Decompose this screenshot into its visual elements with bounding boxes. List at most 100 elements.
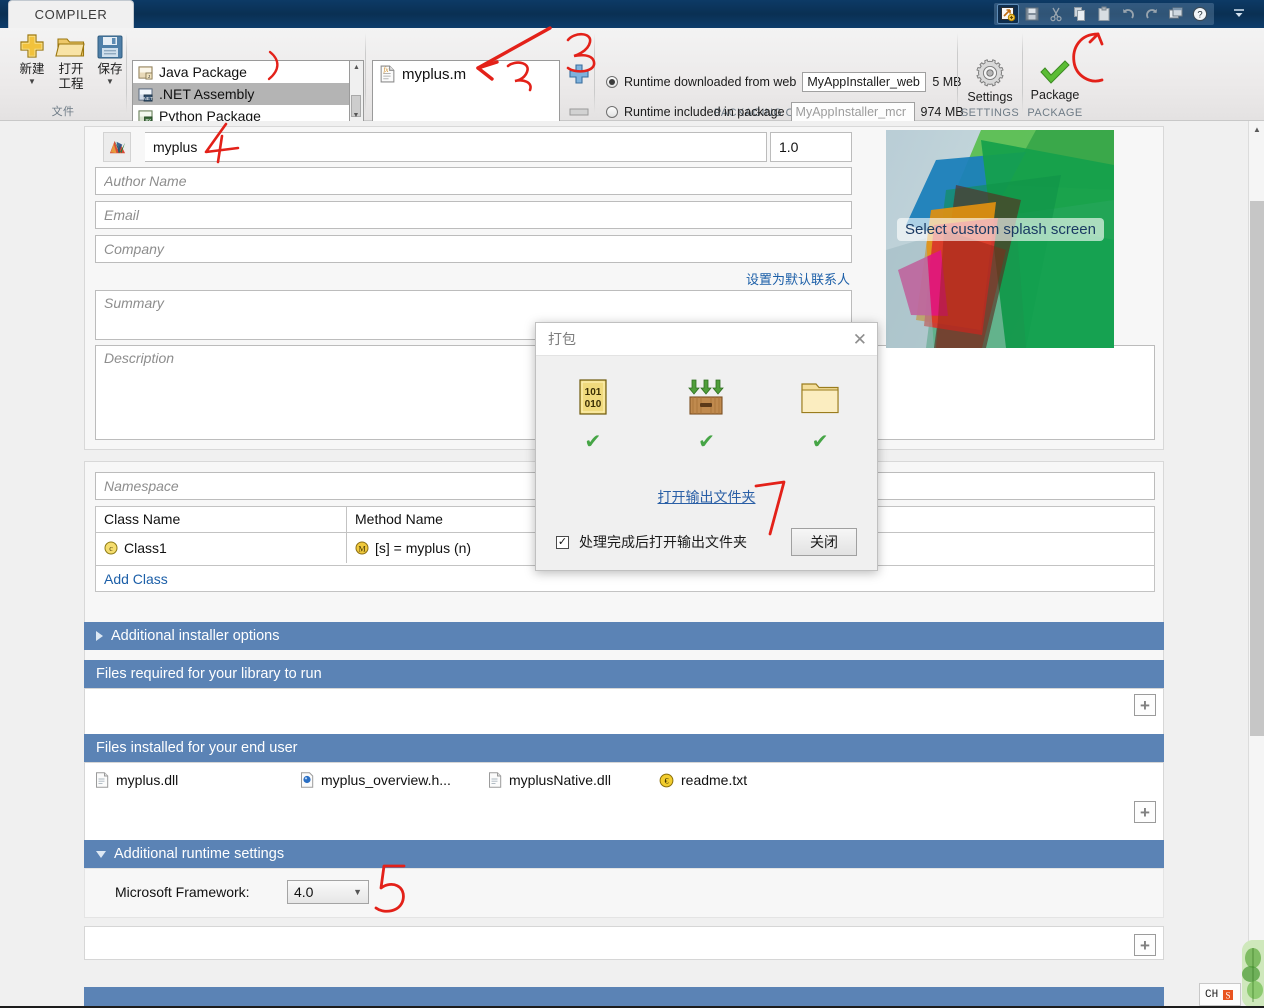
- save-icon[interactable]: [1021, 4, 1043, 24]
- runtime-downloaded-from-web-label: Runtime downloaded from web: [624, 75, 797, 89]
- runtime-included-in-package-label: Runtime included in package: [624, 105, 785, 119]
- type-list-scroll-down-icon[interactable]: ▼: [351, 109, 361, 121]
- exported-function-label: myplus.m: [402, 65, 467, 83]
- html-file-icon: [301, 772, 314, 788]
- main-vertical-scrollbar[interactable]: ▲ ▼: [1248, 121, 1264, 1008]
- exported-function-myplus[interactable]: fx myplus.m: [373, 61, 559, 83]
- splash-screen-preview[interactable]: Select custom splash screen: [886, 130, 1114, 348]
- new-button-caret[interactable]: ▼: [28, 77, 36, 87]
- ime-mode-icon: S: [1223, 989, 1234, 1000]
- green-check-icon: ✔: [698, 431, 715, 453]
- set-default-contact-link[interactable]: 设置为默认联系人: [746, 269, 850, 288]
- email-input[interactable]: [95, 201, 852, 229]
- save-button-caret[interactable]: ▼: [106, 77, 114, 87]
- table-cell-class-name[interactable]: c Class1: [96, 533, 347, 563]
- settings-button-label: Settings: [967, 90, 1013, 104]
- section-files-installed[interactable]: Files installed for your end user: [84, 734, 1164, 762]
- runtime-downloaded-from-web-row[interactable]: Runtime downloaded from web MyAppInstall…: [606, 72, 962, 92]
- collapse-ribbon-icon[interactable]: [1228, 4, 1250, 24]
- column-header-class-name: Class Name: [96, 507, 347, 532]
- ribbon-group-file: 新建 ▼ 打开 工程 保存 ▼ 文件: [0, 28, 126, 121]
- files-installed-list[interactable]: myplus.dll myplus_overview.h... myplusNa…: [84, 762, 1164, 841]
- settings-button[interactable]: Settings: [958, 58, 1022, 118]
- version-input[interactable]: [770, 132, 852, 162]
- app-name-input[interactable]: [145, 132, 767, 162]
- runtime-extra-files-list[interactable]: [84, 926, 1164, 960]
- close-icon[interactable]: ✕: [853, 331, 867, 348]
- file-item-readme-txt[interactable]: € readme.txt: [659, 772, 747, 788]
- add-installed-file-button[interactable]: +: [1134, 801, 1156, 823]
- package-type-list[interactable]: J Java Package NET .NET Assembly PY Pyth…: [132, 60, 350, 122]
- app-thumbnail-icon[interactable]: [103, 132, 131, 162]
- section-files-installed-label: Files installed for your end user: [96, 740, 298, 756]
- section-additional-installer-options[interactable]: Additional installer options: [84, 622, 1164, 650]
- microsoft-framework-label: Microsoft Framework:: [115, 884, 250, 900]
- exported-functions-list[interactable]: fx myplus.m: [372, 60, 560, 126]
- company-input[interactable]: [95, 235, 852, 263]
- ime-indicator[interactable]: CH S: [1199, 983, 1241, 1006]
- dialog-title: 打包: [548, 331, 576, 347]
- package-button[interactable]: Package: [1023, 58, 1087, 118]
- section-files-required[interactable]: Files required for your library to run: [84, 660, 1164, 688]
- undo-icon: [1117, 4, 1139, 24]
- close-button[interactable]: 关闭: [791, 528, 857, 556]
- scroll-thumb[interactable]: [1250, 201, 1264, 736]
- paste-icon: [1093, 4, 1115, 24]
- section-additional-installer-options-label: Additional installer options: [111, 628, 280, 644]
- section-files-required-label: Files required for your library to run: [96, 666, 322, 682]
- type-list-scroll-up-icon[interactable]: ▲: [350, 61, 363, 73]
- section-additional-runtime-settings[interactable]: Additional runtime settings: [84, 840, 1164, 868]
- scroll-up-icon[interactable]: ▲: [1249, 121, 1264, 137]
- type-list-scrollbar[interactable]: ▲ ▼: [350, 60, 364, 122]
- add-runtime-file-button[interactable]: +: [1134, 934, 1156, 956]
- open-output-folder-link[interactable]: 打开输出文件夹: [536, 487, 877, 507]
- package-step: ✔: [661, 378, 751, 452]
- type-python-package[interactable]: PY Python Package: [133, 105, 349, 122]
- type-net-assembly[interactable]: NET .NET Assembly: [133, 83, 349, 105]
- net-assembly-icon: NET: [138, 87, 153, 102]
- matlab-compiler-window: COMPILER ? 新建 ▼ 打开 工程 保存 ▼ 文件 J Java Pac…: [0, 0, 1264, 1008]
- installer-name-web-input[interactable]: MyAppInstaller_web: [802, 72, 927, 92]
- type-python-package-label: Python Package: [159, 108, 261, 122]
- svg-text:010: 010: [584, 399, 601, 410]
- table-cell-method-name[interactable]: M [s] = myplus (n): [347, 540, 471, 556]
- file-label-readme-txt: readme.txt: [681, 772, 748, 788]
- file-item-myplus-overview[interactable]: myplus_overview.h...: [300, 772, 488, 788]
- floating-green-widget[interactable]: [1242, 940, 1264, 1008]
- runtime-included-in-package-row[interactable]: Runtime included in package MyAppInstall…: [606, 102, 964, 122]
- add-required-file-button[interactable]: +: [1134, 694, 1156, 716]
- runtime-downloaded-from-web-radio[interactable]: [606, 76, 618, 88]
- method-icon: M: [355, 541, 369, 555]
- section-additional-runtime-settings-label: Additional runtime settings: [114, 846, 285, 862]
- open-output-folder-checkbox-label[interactable]: 处理完成后打开输出文件夹: [579, 532, 747, 552]
- new-project-icon[interactable]: [997, 4, 1019, 24]
- add-class-link[interactable]: Add Class: [104, 571, 168, 587]
- m-file-icon: fx: [380, 65, 395, 83]
- chevron-right-icon: [96, 631, 103, 641]
- package-button-label: Package: [1030, 88, 1080, 102]
- floppy-disk-icon: [97, 35, 123, 59]
- open-output-folder-checkbox[interactable]: ✓: [556, 535, 569, 549]
- class-name-value: Class1: [124, 540, 167, 556]
- tab-compiler[interactable]: COMPILER: [8, 0, 134, 28]
- file-item-myplusnative-dll[interactable]: myplusNative.dll: [488, 772, 659, 788]
- type-java-package[interactable]: J Java Package: [133, 61, 349, 83]
- author-name-input[interactable]: [95, 167, 852, 195]
- select-splash-screen-label[interactable]: Select custom splash screen: [897, 218, 1104, 241]
- help-icon[interactable]: ?: [1189, 4, 1211, 24]
- folder-open-icon: [55, 38, 85, 57]
- svg-text:S: S: [1226, 990, 1231, 1000]
- installer-name-mcr-input[interactable]: MyAppInstaller_mcr: [790, 102, 915, 122]
- chevron-down-icon: ▼: [353, 887, 362, 897]
- packaging-dialog: 打包 ✕ 101 010 ✔ ✔ ✔ 打开输出文件夹 ✓ 处理完成后打开输出文件…: [535, 322, 878, 571]
- section-partial-bottom[interactable]: [84, 987, 1164, 1008]
- ribbon: 新建 ▼ 打开 工程 保存 ▼ 文件 J Java Package NET .N…: [0, 28, 1264, 126]
- runtime-included-in-package-radio[interactable]: [606, 106, 618, 118]
- tab-compiler-label: COMPILER: [34, 7, 108, 22]
- add-function-button[interactable]: [566, 62, 592, 86]
- new-button-label: 新建: [19, 62, 45, 76]
- microsoft-framework-select[interactable]: 4.0 ▼: [287, 880, 369, 904]
- file-item-myplus-dll[interactable]: myplus.dll: [95, 772, 300, 788]
- svg-text:101: 101: [584, 387, 601, 398]
- layout-icon[interactable]: [1165, 4, 1187, 24]
